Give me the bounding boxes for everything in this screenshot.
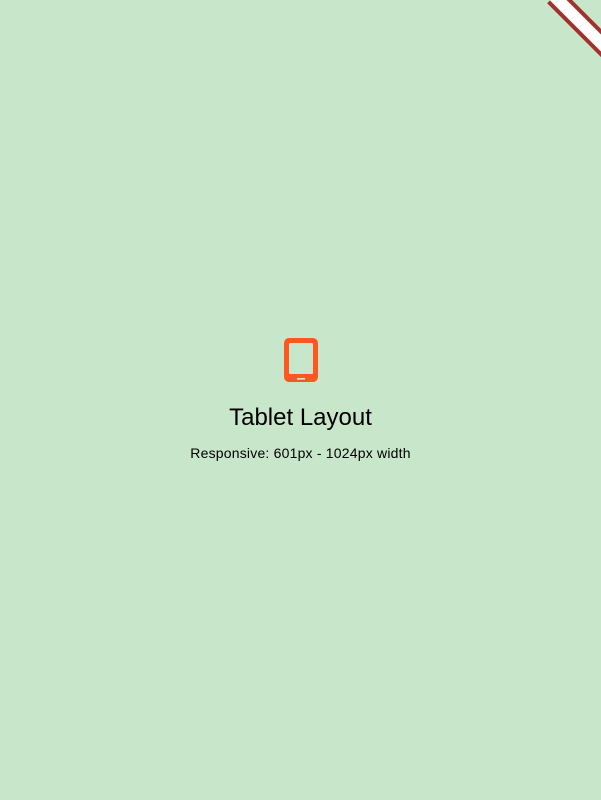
layout-indicator: Tablet Layout Responsive: 601px - 1024px… [0, 336, 601, 462]
layout-subtitle: Responsive: 601px - 1024px width [190, 445, 411, 461]
page-title: Tablet Layout [229, 404, 372, 431]
debug-banner-stripe [547, 0, 601, 60]
tablet-icon [283, 338, 318, 382]
debug-banner [541, 0, 601, 60]
